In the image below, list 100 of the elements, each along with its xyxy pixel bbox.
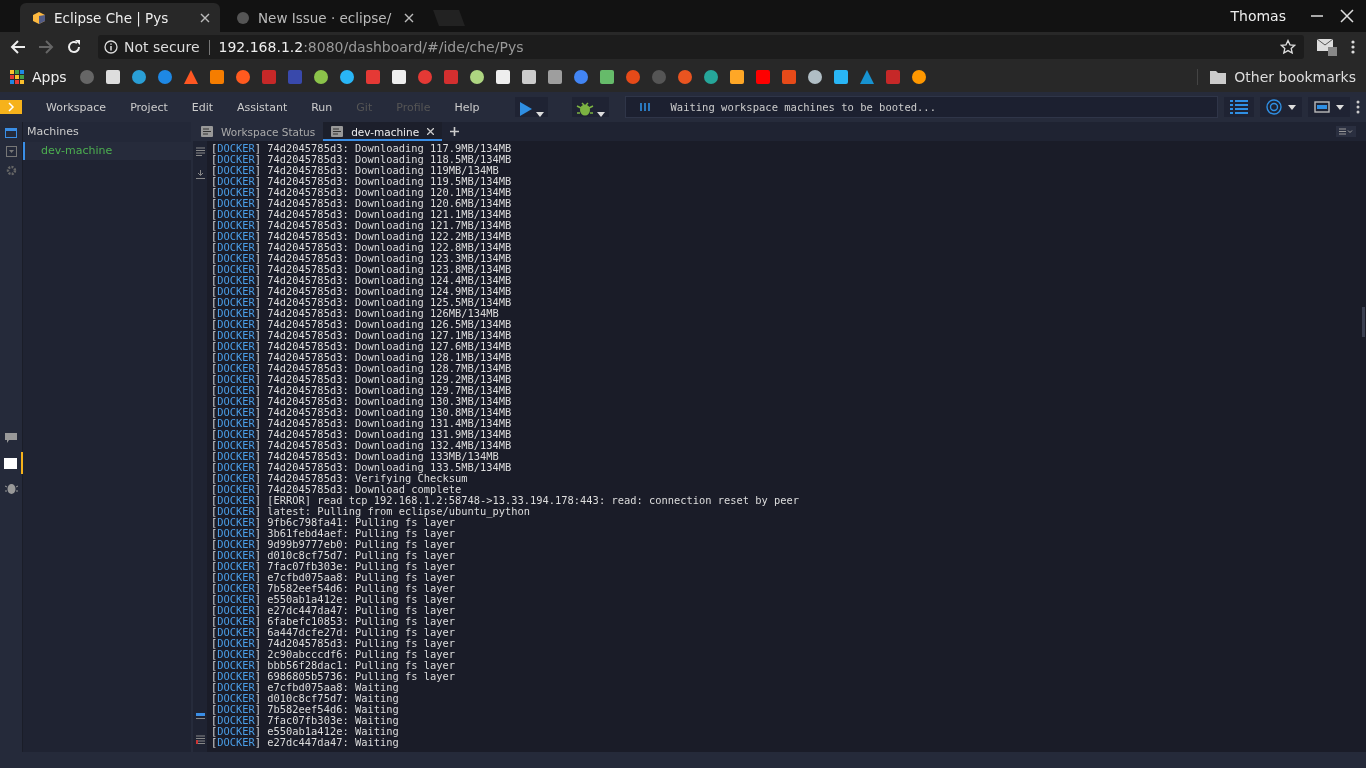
gear-icon[interactable] [5,165,17,176]
scrollbar-thumb[interactable] [1362,307,1365,337]
log-line: [DOCKER] e27dc447da47: Pulling fs layer [211,605,455,616]
reload-icon[interactable] [66,39,82,55]
log-line: [DOCKER] 74d2045785d3: Downloading 124.9MB/134MB [211,286,512,297]
target-icon [1266,99,1282,115]
log-line: [DOCKER] 74d2045785d3: Pulling fs layer [211,638,455,649]
bookmark-icon[interactable] [728,69,745,85]
dropdown-icon[interactable] [5,146,17,157]
log-line: [DOCKER] 74d2045785d3: Downloading 122.2MB/134MB [211,231,512,242]
target-button[interactable] [1260,97,1302,117]
log-line: [DOCKER] 74d2045785d3: Downloading 133MB/134MB [211,451,499,462]
address-bar[interactable]: Not secure 192.168.1.2:8080/dashboard/#/ide/che/Pys [98,35,1304,59]
log-line: [DOCKER] 74d2045785d3: Downloading 129.2MB/134MB [211,374,512,385]
menu-item[interactable]: Project [118,100,180,114]
log-line: [DOCKER] 74d2045785d3: Downloading 131.9MB/134MB [211,429,512,440]
log-line: [DOCKER] 74d2045785d3: Downloading 120.1MB/134MB [211,187,512,198]
log-line: [DOCKER] 74d2045785d3: Downloading 123.3MB/134MB [211,253,512,264]
log-line: [DOCKER] bbb56f28dac1: Pulling fs layer [211,660,455,671]
bookmark-icon[interactable] [390,69,407,85]
log-line: [DOCKER] 74d2045785d3: Downloading 123.8MB/134MB [211,264,512,275]
log-line: [DOCKER] 6a447dcfe27d: Pulling fs layer [211,627,455,638]
url-text: 192.168.1.2:8080/dashboard/#/ide/che/Pys [218,39,524,55]
add-tab-icon[interactable] [450,127,460,136]
browser-tab[interactable]: New Issue · eclipse/ [224,3,424,32]
console-icon [331,126,344,137]
bookmark-icon[interactable] [910,69,927,85]
menu-item[interactable]: Assistant [225,100,300,114]
star-icon[interactable] [1280,39,1296,55]
bookmark-icon[interactable] [338,69,355,85]
more-icon[interactable] [1350,39,1356,55]
log-line: [DOCKER] 74d2045785d3: Download complete [211,484,462,495]
menu-item[interactable]: Workspace [34,100,119,114]
bookmark-icon[interactable] [468,69,485,85]
log-line: [DOCKER] 7b582eef54d6: Pulling fs layer [211,583,455,594]
other-bookmarks[interactable]: Other bookmarks [1197,69,1356,85]
log-line: [DOCKER] 74d2045785d3: Downloading 117.9MB/134MB [211,143,512,154]
editor-tab[interactable]: dev-machine [323,122,443,141]
clear-icon[interactable] [195,735,205,744]
log-line: [DOCKER] 74d2045785d3: Downloading 124.4MB/134MB [211,275,512,286]
editor-tab[interactable]: Workspace Status [193,122,324,141]
close-icon[interactable] [427,128,435,135]
panel-icon[interactable] [5,128,17,138]
close-icon[interactable] [404,12,414,23]
bookmark-icon[interactable] [598,69,615,85]
log-line: [DOCKER] 9fb6c798fa41: Pulling fs layer [211,517,455,528]
menu-item[interactable]: Edit [179,100,226,114]
chevron-icon [7,102,15,112]
bookmark-icon[interactable] [806,69,823,85]
log-line: [DOCKER] 74d2045785d3: Downloading 121.7MB/134MB [211,220,512,231]
log-line: [DOCKER] 74d2045785d3: Downloading 126MB/134MB [211,308,499,319]
log-line: [DOCKER] 7fac07fb303e: Pulling fs layer [211,561,455,572]
bookmark-icon[interactable] [832,69,849,85]
browser-tab[interactable]: Eclipse Che | Pys [20,3,220,32]
close-icon[interactable] [200,12,210,23]
list-button[interactable] [1224,97,1254,117]
bug-icon[interactable] [4,482,18,494]
chat-icon[interactable] [5,433,17,444]
log-line: [DOCKER] e550ab1a412e: Pulling fs layer [211,594,455,605]
apps-bookmark[interactable]: Apps [10,69,67,85]
log-line: [DOCKER] [ERROR] read tcp 192.168.1.2:58748->13.33.194.178:443: read: connection reset by peer [211,495,800,506]
forward-icon[interactable] [38,39,54,55]
log-line: [DOCKER] 6986805b5736: Pulling fs layer [211,671,455,682]
caret-icon [1336,104,1344,110]
bookmark-icon[interactable] [312,69,329,85]
back-icon[interactable] [10,39,26,55]
download-icon[interactable] [195,170,205,179]
close-icon[interactable] [1340,9,1354,23]
log-line: [DOCKER] e7cfbd075aa8: Waiting [211,682,399,693]
bookmark-icon[interactable] [546,69,563,85]
user-name[interactable]: Thomas [1230,8,1286,24]
bookmark-icon[interactable] [494,69,511,85]
caret-icon [536,112,545,117]
log-line: [DOCKER] e550ab1a412e: Waiting [211,726,399,737]
list-icon [1230,100,1248,114]
layout-button[interactable] [1308,97,1350,117]
log-line: [DOCKER] 74d2045785d3: Downloading 120.6MB/134MB [211,198,512,209]
machine-item[interactable]: dev-machine [23,142,191,160]
run-button[interactable] [515,97,549,117]
debug-button[interactable] [572,97,610,117]
terminal-icon[interactable] [4,457,17,469]
bookmark-icon[interactable] [208,69,225,85]
log-line: [DOCKER] 74d2045785d3: Downloading 132.4MB/134MB [211,440,512,451]
log-line: [DOCKER] 74d2045785d3: Downloading 122.8MB/134MB [211,242,512,253]
more-icon[interactable] [1356,100,1360,114]
log-line: [DOCKER] 3b61febd4aef: Pulling fs layer [211,528,455,539]
bookmark-icon[interactable] [520,69,537,85]
status-text: Waiting workspace machines to be booted... [670,101,936,113]
log-line: [DOCKER] 9d99b9777eb0: Pulling fs layer [211,539,455,550]
wrap-icon[interactable] [195,147,205,156]
log-line: [DOCKER] 6fabefc10853: Pulling fs layer [211,616,455,627]
tabs-menu-button[interactable] [1336,126,1356,137]
menu-item[interactable]: Help [442,100,492,114]
mail-icon[interactable] [1316,37,1338,57]
scroll-end-icon[interactable] [195,713,205,721]
menu-item[interactable]: Run [299,100,345,114]
log-line: [DOCKER] e27dc447da47: Waiting [211,737,399,748]
bookmark-icon[interactable] [104,69,121,85]
log-line: [DOCKER] 74d2045785d3: Downloading 126.5MB/134MB [211,319,512,330]
pause-icon [640,103,651,111]
